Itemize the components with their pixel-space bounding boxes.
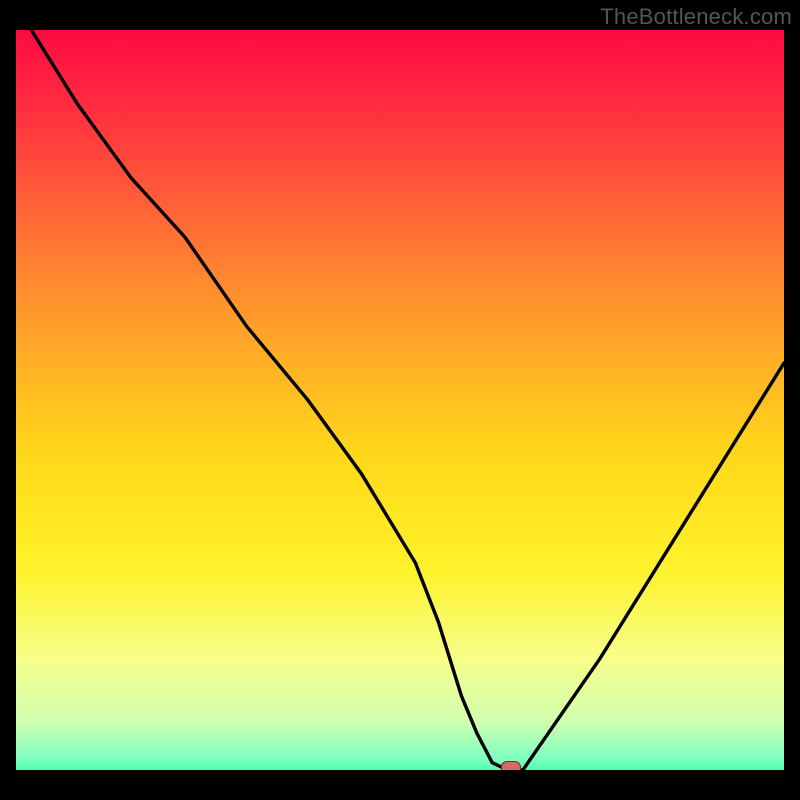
optimal-point-marker bbox=[501, 761, 521, 770]
chart-frame: TheBottleneck.com bbox=[0, 0, 800, 800]
watermark-text: TheBottleneck.com bbox=[600, 4, 792, 30]
bottleneck-curve bbox=[16, 30, 784, 770]
plot-area bbox=[16, 30, 784, 770]
